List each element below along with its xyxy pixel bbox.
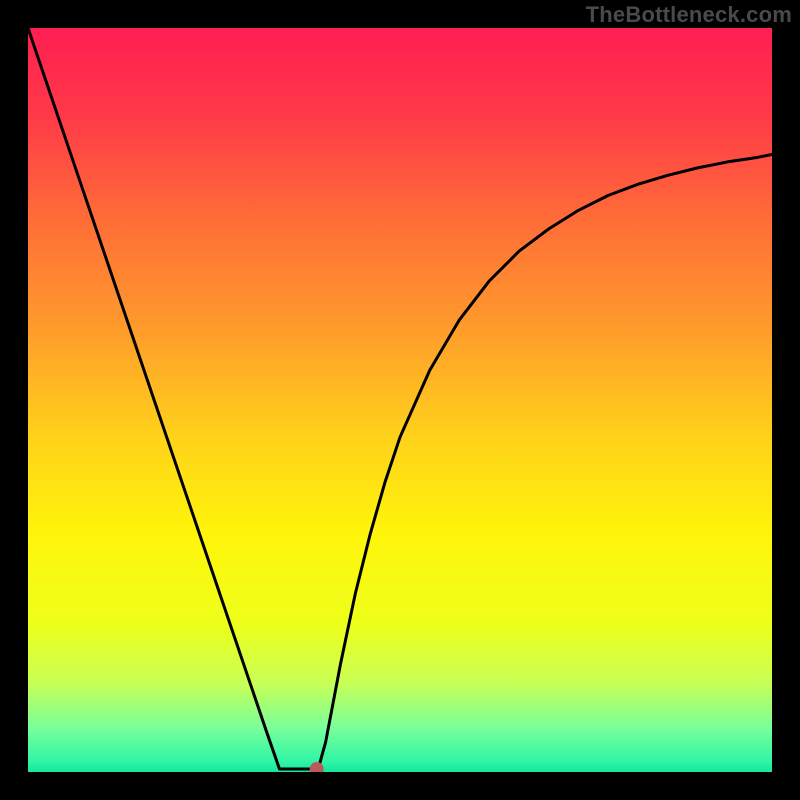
- plot-svg: [28, 28, 772, 772]
- plot-area: [28, 28, 772, 772]
- chart-frame: TheBottleneck.com: [0, 0, 800, 800]
- gradient-background: [28, 28, 772, 772]
- watermark-text: TheBottleneck.com: [586, 2, 792, 28]
